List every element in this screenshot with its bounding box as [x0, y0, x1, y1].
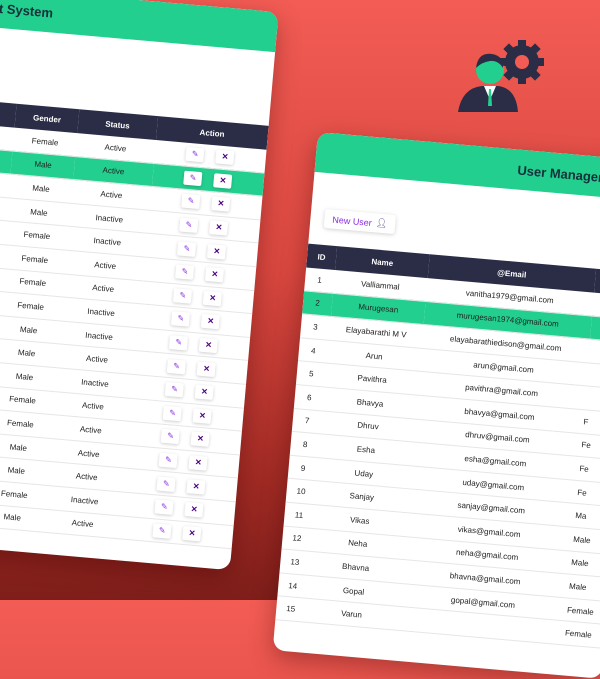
pencil-icon[interactable]: ✎ — [159, 453, 178, 469]
pencil-icon[interactable]: ✎ — [173, 288, 192, 304]
pencil-icon[interactable]: ✎ — [161, 429, 180, 445]
gender-cell: Female — [563, 621, 600, 648]
id-cell: 5 — [296, 361, 327, 387]
x-icon[interactable]: ✕ — [199, 338, 218, 354]
new-user-label: New User — [332, 214, 372, 227]
pencil-icon[interactable]: ✎ — [181, 194, 200, 210]
pencil-icon[interactable]: ✎ — [175, 265, 194, 281]
id-cell: 11 — [284, 502, 315, 528]
pencil-icon[interactable]: ✎ — [179, 218, 198, 234]
card-title-left: Management System — [0, 0, 279, 52]
x-icon[interactable]: ✕ — [189, 455, 208, 471]
pencil-icon[interactable]: ✎ — [165, 382, 184, 398]
id-cell: 14 — [277, 573, 308, 599]
x-icon[interactable]: ✕ — [183, 526, 202, 542]
gear-icon — [500, 40, 544, 84]
x-icon[interactable]: ✕ — [201, 314, 220, 330]
id-cell: 1 — [304, 267, 335, 293]
x-icon[interactable]: ✕ — [213, 173, 232, 189]
pencil-icon[interactable]: ✎ — [171, 312, 190, 328]
id-cell: 3 — [300, 314, 331, 340]
id-cell: 12 — [282, 526, 313, 552]
pencil-icon[interactable]: ✎ — [167, 359, 186, 375]
x-icon[interactable]: ✕ — [207, 244, 226, 260]
id-cell: 8 — [290, 432, 321, 458]
pencil-icon[interactable]: ✎ — [163, 406, 182, 422]
pencil-icon[interactable]: ✎ — [155, 500, 174, 516]
col-id-header: ID — [306, 244, 337, 270]
x-icon[interactable]: ✕ — [203, 291, 222, 307]
x-icon[interactable]: ✕ — [195, 385, 214, 401]
x-icon[interactable]: ✕ — [197, 361, 216, 377]
x-icon[interactable]: ✕ — [205, 267, 224, 283]
pencil-icon[interactable]: ✎ — [186, 147, 205, 163]
id-cell: 13 — [279, 549, 310, 575]
x-icon[interactable]: ✕ — [187, 479, 206, 495]
users-table-left: Gender Status Action comFemaleActive✎✕il… — [0, 94, 269, 550]
id-cell: 9 — [288, 455, 319, 481]
pencil-icon[interactable]: ✎ — [177, 241, 196, 257]
pencil-icon[interactable]: ✎ — [183, 171, 202, 187]
id-cell: 2 — [302, 290, 333, 316]
x-icon[interactable]: ✕ — [191, 432, 210, 448]
x-icon[interactable]: ✕ — [193, 408, 212, 424]
id-cell: 7 — [292, 408, 323, 434]
id-cell: 6 — [294, 385, 325, 411]
x-icon[interactable]: ✕ — [209, 220, 228, 236]
pencil-icon[interactable]: ✎ — [169, 335, 188, 351]
gender-cell: Male — [0, 503, 45, 532]
id-cell: 4 — [298, 337, 329, 363]
x-icon[interactable]: ✕ — [211, 197, 230, 213]
pencil-icon[interactable]: ✎ — [157, 476, 176, 492]
new-user-button[interactable]: New User 👤︎ — [324, 209, 396, 234]
x-icon[interactable]: ✕ — [215, 150, 234, 166]
user-gear-icon — [448, 34, 578, 124]
users-table-right: ID Name @Email 1Valliammalvanitha1979@gm… — [275, 244, 600, 649]
card-title-right: User Management — [315, 132, 600, 201]
pencil-icon[interactable]: ✎ — [153, 523, 172, 539]
id-cell: 10 — [286, 479, 317, 505]
x-icon[interactable]: ✕ — [185, 502, 204, 518]
user-management-card-right: User Management New User 👤︎ ID Name @Ema… — [273, 132, 600, 679]
user-icon: 👤︎ — [375, 217, 387, 229]
user-management-card-left: Management System Gender Status Action c… — [0, 0, 279, 570]
gender-cell: Female — [0, 480, 47, 509]
